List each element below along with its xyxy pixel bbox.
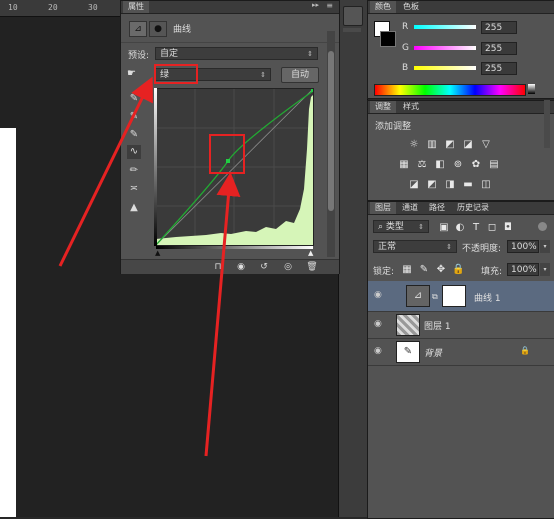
arrow-to-channel: [58, 76, 153, 267]
annotation-arrows: [58, 76, 241, 457]
arrow-to-control-point: [204, 172, 241, 457]
